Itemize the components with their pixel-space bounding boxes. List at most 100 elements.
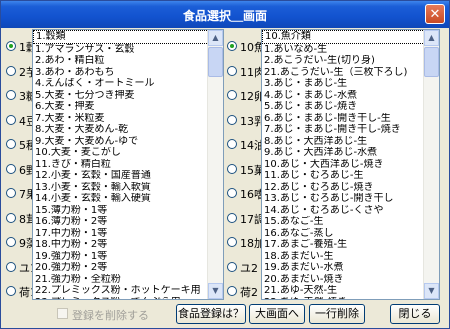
list-item[interactable]: 2.あこうだい-生(切り身) (262, 55, 439, 67)
list-item[interactable]: 14.小麦・玄穀・輸入硬質 (33, 193, 223, 205)
radio-button-circle[interactable] (227, 261, 237, 272)
left-list-scrollbar[interactable]: ▲ ▼ (207, 30, 223, 299)
radio-button-circle[interactable] (227, 188, 237, 198)
list-item[interactable]: 22.あゆ-天然-焼き (262, 297, 439, 300)
right-scroll-up-button[interactable]: ▲ (424, 30, 439, 46)
list-item[interactable]: 15.あなご-生 (262, 216, 439, 228)
close-window-button[interactable]: ✕ (425, 4, 445, 24)
left-food-listbox[interactable]: 1.穀類 1.アマランサス・玄穀 2.あわ・精白粒 3.あわ・あわもち 4.えんばく・オ… (32, 29, 224, 300)
list-item[interactable]: 17.中力粉・1等 (33, 228, 223, 240)
right-scroll-thumb[interactable] (424, 47, 439, 77)
list-item[interactable]: 20.強力粉・2等 (33, 262, 223, 274)
list-item[interactable]: 20.あまだい-焼き (262, 274, 439, 286)
radio-button-circle[interactable] (227, 237, 237, 247)
list-item[interactable]: 15.薄力粉・1等 (33, 205, 223, 217)
list-item[interactable]: 13.あじ・むろあじ-開き干し (262, 193, 439, 205)
list-item[interactable]: 18.中力粉・2等 (33, 239, 223, 251)
list-item[interactable]: 5.あじ・まあじ-焼き (262, 101, 439, 113)
left-scroll-down-button[interactable]: ▼ (208, 283, 223, 299)
radio-button-circle[interactable] (6, 286, 16, 296)
category-radio[interactable]: 18加 (226, 232, 266, 252)
radio-button-circle[interactable] (6, 212, 16, 223)
radio-button-circle[interactable] (6, 237, 16, 247)
list-item[interactable]: 21.あこうだい-生（三枚下ろし) (262, 67, 439, 79)
list-item[interactable]: 3.あじ・まあじ-生 (262, 78, 439, 90)
right-food-list: 10.魚介類 1.あいなめ-生 2.あこうだい-生(切り身) 21.あこうだい-生（三… (262, 30, 439, 300)
list-item[interactable]: 11.きび・精白粒 (33, 159, 223, 171)
left-scroll-thumb[interactable] (208, 47, 223, 77)
right-food-listbox[interactable]: 10.魚介類 1.あいなめ-生 2.あこうだい-生(切り身) 21.あこうだい-生（三… (261, 29, 440, 300)
list-item[interactable]: 21.あゆ-天然-生 (262, 285, 439, 297)
category-radio[interactable]: 15菓 (226, 159, 266, 179)
radio-button-circle[interactable] (227, 65, 237, 76)
right-list-scrollbar[interactable]: ▲ ▼ (423, 30, 439, 299)
radio-button-circle[interactable] (6, 90, 16, 100)
category-radio[interactable]: 16嗜 (226, 183, 266, 203)
list-item[interactable]: 7.あじ・まあじ-開き干し-焼き (262, 124, 439, 136)
list-item[interactable]: 11.あじ・むろあじ-生 (262, 170, 439, 182)
radio-button-circle[interactable] (227, 41, 237, 51)
close-button[interactable]: 閉じる (390, 304, 440, 324)
list-item[interactable]: 12.小麦・玄穀・国産普通 (33, 170, 223, 182)
radio-button-circle[interactable] (6, 65, 16, 76)
category-radio[interactable]: 12卵 (226, 85, 266, 105)
list-item[interactable]: 9.あじ・大西洋あじ-水煮 (262, 147, 439, 159)
list-item[interactable]: 1.あいなめ-生 (262, 44, 439, 56)
category-radio[interactable]: 17調 (226, 208, 266, 228)
delete-registration-checkbox (57, 308, 68, 319)
food-registered-button[interactable]: 食品登録は？ (176, 304, 246, 324)
category-radio[interactable]: 荷2 (226, 281, 266, 301)
list-item[interactable]: 14.あじ・むろあじ-くさや (262, 205, 439, 217)
radio-label: 荷2 (240, 286, 258, 299)
list-item[interactable]: 10.大麦・麦こがし (33, 147, 223, 159)
right-scroll-down-button[interactable]: ▼ (424, 283, 439, 299)
category-radio[interactable]: 14油 (226, 134, 266, 154)
left-scroll-up-button[interactable]: ▲ (208, 30, 223, 46)
list-item[interactable]: 23.プレミックス粉・てんぷら用 (33, 297, 223, 300)
list-item[interactable]: 7.大麦・米粒麦 (33, 113, 223, 125)
list-item[interactable]: 10.あじ・大西洋あじ-焼き (262, 159, 439, 171)
list-item[interactable]: 4.あじ・まあじ-水煮 (262, 90, 439, 102)
radio-button-circle[interactable] (6, 41, 16, 51)
radio-button-circle[interactable] (227, 90, 237, 100)
category-radio[interactable]: 10魚 (226, 36, 266, 56)
radio-button-circle[interactable] (227, 139, 237, 149)
list-category-header[interactable]: 1.穀類 (33, 30, 223, 44)
radio-button-circle[interactable] (6, 163, 16, 174)
large-screen-button[interactable]: 大画面へ (249, 304, 305, 324)
list-item[interactable]: 12.あじ・むろあじ-焼き (262, 182, 439, 194)
list-item[interactable]: 9.大麦・大麦めん-ゆで (33, 136, 223, 148)
radio-button-circle[interactable] (227, 286, 237, 296)
list-item[interactable]: 19.あまだい-水煮 (262, 262, 439, 274)
radio-button-circle[interactable] (227, 114, 237, 125)
list-item[interactable]: 6.大麦・押麦 (33, 101, 223, 113)
list-item[interactable]: 4.えんばく・オートミール (33, 78, 223, 90)
category-radio[interactable]: ユ2 (226, 257, 266, 277)
title-bar[interactable]: 食品選択＿画面 ✕ (1, 1, 449, 28)
radio-button-circle[interactable] (6, 139, 16, 149)
list-item[interactable]: 3.あわ・あわもち (33, 67, 223, 79)
list-item[interactable]: 22.プレミックス粉・ホットケーキ用 (33, 285, 223, 297)
radio-button-circle[interactable] (227, 212, 237, 223)
list-item[interactable]: 1.アマランサス・玄穀 (33, 44, 223, 56)
list-item[interactable]: 18.あまだい-生 (262, 251, 439, 263)
list-item[interactable]: 8.大麦・大麦めん-乾 (33, 124, 223, 136)
category-radio[interactable]: 11肉 (226, 61, 266, 81)
list-item[interactable]: 17.あまご-養殖-生 (262, 239, 439, 251)
radio-button-circle[interactable] (6, 261, 16, 272)
list-item[interactable]: 13.小麦・玄穀・輸入軟質 (33, 182, 223, 194)
list-item[interactable]: 5.大麦・七分つき押麦 (33, 90, 223, 102)
list-item[interactable]: 21.強力粉・全粒粉 (33, 274, 223, 286)
radio-button-circle[interactable] (6, 114, 16, 125)
list-item[interactable]: 2.あわ・精白粒 (33, 55, 223, 67)
list-item[interactable]: 16.薄力粉・2等 (33, 216, 223, 228)
list-item[interactable]: 16.あなご-蒸し (262, 228, 439, 240)
list-category-header[interactable]: 10.魚介類 (262, 30, 439, 44)
radio-button-circle[interactable] (6, 188, 16, 198)
delete-row-button[interactable]: 一行削除 (309, 304, 365, 324)
list-item[interactable]: 19.強力粉・1等 (33, 251, 223, 263)
list-item[interactable]: 6.あじ・まあじ-開き干し-生 (262, 113, 439, 125)
category-radio[interactable]: 13乳 (226, 110, 266, 130)
list-item[interactable]: 8.あじ・大西洋あじ-生 (262, 136, 439, 148)
radio-button-circle[interactable] (227, 163, 237, 174)
